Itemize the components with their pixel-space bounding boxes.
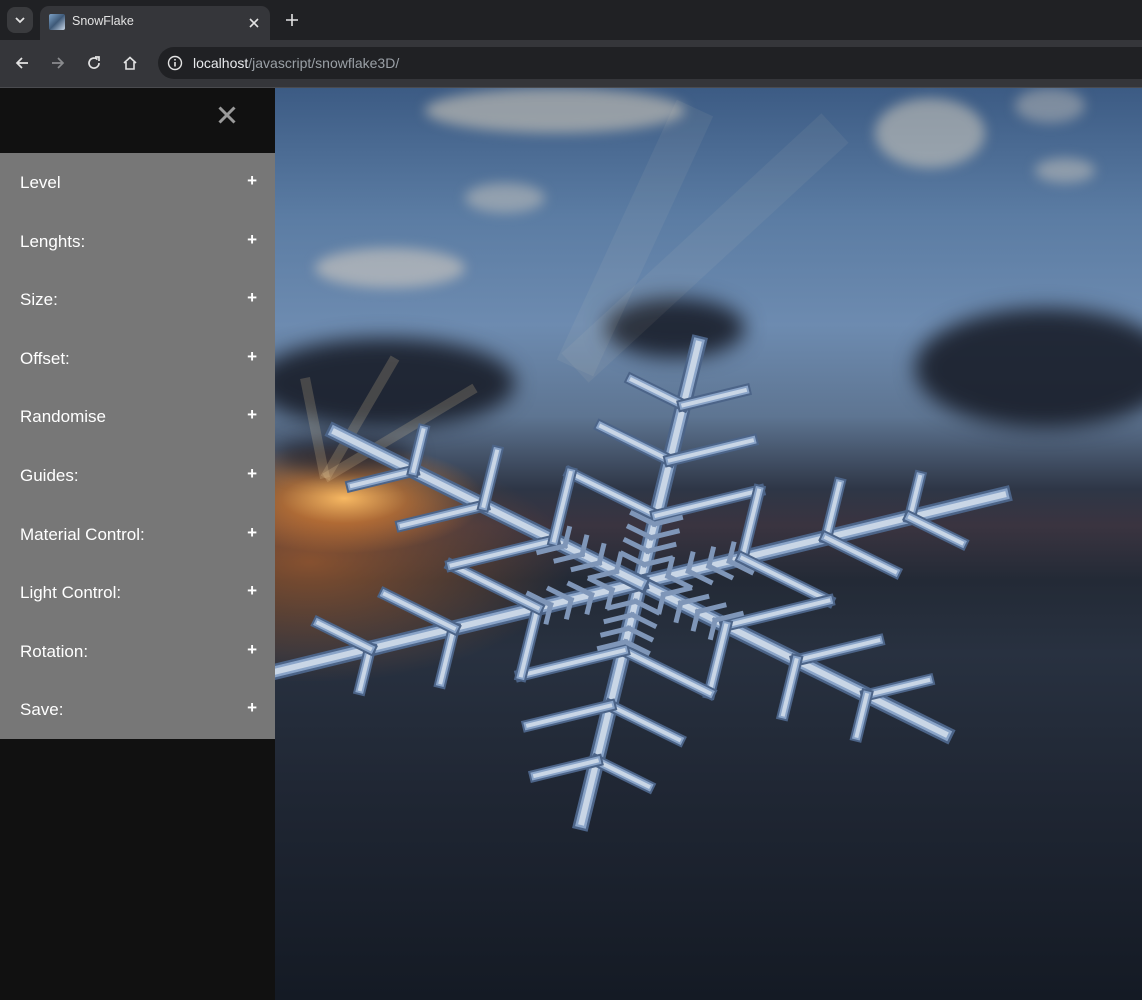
reload-button[interactable] bbox=[81, 50, 107, 76]
menu-item-label: Offset: bbox=[20, 348, 70, 368]
menu-item-label: Guides: bbox=[20, 465, 79, 485]
browser-tab-strip: SnowFlake bbox=[0, 0, 1142, 40]
close-icon bbox=[249, 18, 259, 28]
menu-item-offset[interactable]: Offset: + bbox=[0, 329, 275, 388]
forward-button[interactable] bbox=[45, 50, 71, 76]
expand-plus-icon: + bbox=[247, 171, 257, 190]
plus-icon bbox=[286, 14, 298, 26]
expand-plus-icon: + bbox=[247, 581, 257, 601]
menu-item-level[interactable]: Level + bbox=[0, 153, 275, 212]
expand-plus-icon: + bbox=[247, 229, 257, 249]
site-info-button[interactable] bbox=[164, 52, 186, 74]
menu-item-randomise[interactable]: Randomise + bbox=[0, 387, 275, 446]
page-content: Level + Lenghts: + Size: + Offset: + Randomise + G… bbox=[0, 88, 1142, 1000]
arrow-left-icon bbox=[15, 57, 28, 69]
menu-item-light-control[interactable]: Light Control: + bbox=[0, 563, 275, 622]
close-icon bbox=[218, 106, 236, 124]
browser-tab[interactable]: SnowFlake bbox=[40, 6, 270, 40]
snowflake-3d-model bbox=[275, 334, 1013, 832]
menu-item-lenghts[interactable]: Lenghts: + bbox=[0, 212, 275, 271]
sidebar-close-button[interactable] bbox=[212, 100, 242, 130]
expand-plus-icon: + bbox=[247, 405, 257, 425]
back-button[interactable] bbox=[9, 50, 35, 76]
expand-plus-icon: + bbox=[247, 463, 257, 483]
menu-item-label: Lenghts: bbox=[20, 231, 86, 251]
browser-toolbar: localhost/javascript/snowflake3D/ bbox=[0, 40, 1142, 88]
expand-plus-icon: + bbox=[247, 346, 257, 366]
menu-item-label: Size: bbox=[20, 290, 58, 310]
menu-item-material-control[interactable]: Material Control: + bbox=[0, 505, 275, 564]
menu-item-label: Rotation: bbox=[20, 641, 89, 661]
home-button[interactable] bbox=[117, 50, 143, 76]
menu-item-label: Level bbox=[20, 173, 61, 192]
url-path: /javascript/snowflake3D/ bbox=[248, 55, 400, 71]
arrow-right-icon bbox=[52, 57, 65, 69]
home-icon bbox=[123, 56, 137, 70]
menu-item-label: Save: bbox=[20, 700, 64, 720]
url-text: localhost/javascript/snowflake3D/ bbox=[193, 55, 399, 71]
menu-item-rotation[interactable]: Rotation: + bbox=[0, 622, 275, 681]
tab-search-button[interactable] bbox=[7, 7, 33, 33]
controls-menu: Level + Lenghts: + Size: + Offset: + Randomise + G… bbox=[0, 153, 275, 739]
info-icon bbox=[167, 55, 183, 71]
expand-plus-icon: + bbox=[247, 639, 257, 659]
sidebar: Level + Lenghts: + Size: + Offset: + Randomise + G… bbox=[0, 88, 275, 1000]
expand-plus-icon: + bbox=[247, 698, 257, 718]
tab-title: SnowFlake bbox=[72, 14, 134, 28]
expand-plus-icon: + bbox=[247, 522, 257, 542]
menu-item-size[interactable]: Size: + bbox=[0, 270, 275, 329]
menu-item-label: Light Control: bbox=[20, 583, 122, 603]
menu-item-save[interactable]: Save: + bbox=[0, 680, 275, 739]
expand-plus-icon: + bbox=[247, 288, 257, 308]
chevron-down-icon bbox=[15, 17, 25, 24]
address-bar[interactable]: localhost/javascript/snowflake3D/ bbox=[158, 47, 1142, 79]
new-tab-button[interactable] bbox=[280, 8, 304, 32]
menu-item-label: Material Control: bbox=[20, 524, 145, 544]
tab-close-button[interactable] bbox=[244, 13, 264, 33]
favicon-icon bbox=[49, 14, 65, 30]
snowflake-canvas[interactable] bbox=[275, 88, 1142, 1000]
reload-icon bbox=[88, 56, 100, 69]
menu-item-guides[interactable]: Guides: + bbox=[0, 446, 275, 505]
menu-item-label: Randomise bbox=[20, 407, 106, 427]
url-host: localhost bbox=[193, 55, 249, 71]
